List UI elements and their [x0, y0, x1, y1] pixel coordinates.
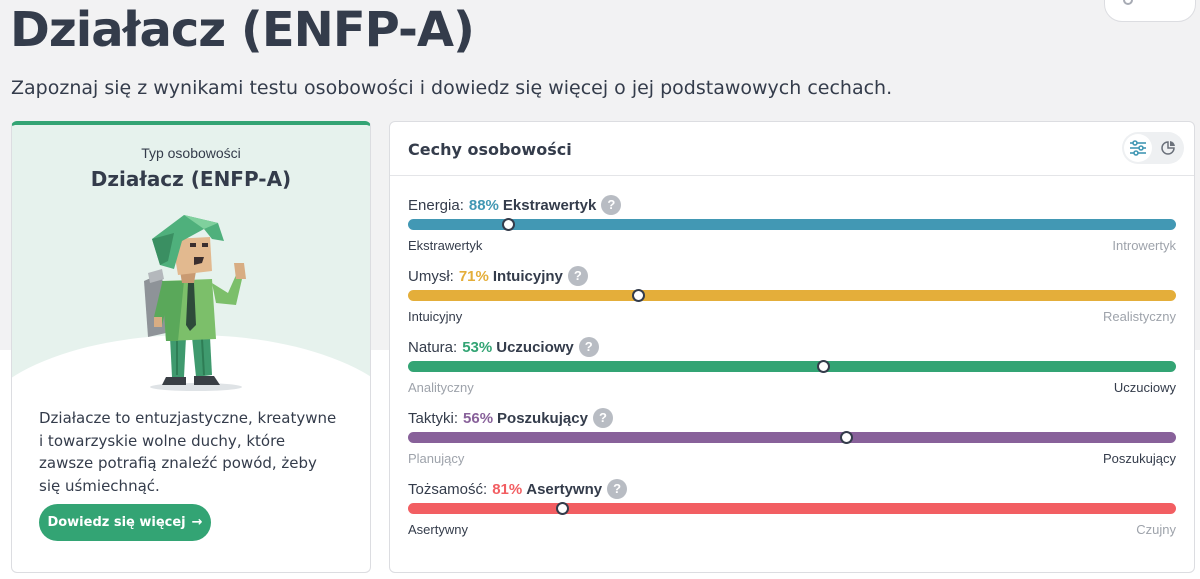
trait-bar: [408, 432, 1176, 443]
chart-view-button[interactable]: [1154, 134, 1182, 162]
top-right-button[interactable]: [1104, 0, 1196, 22]
trait-bar: [408, 503, 1176, 514]
trait-bar: [408, 290, 1176, 301]
trait-row: Tożsamość: 81% Asertywny? Asertywny Czujny: [408, 479, 1178, 545]
campaigner-avatar: [144, 215, 246, 391]
view-toggle: [1122, 132, 1184, 164]
trait-percent: 88%: [468, 196, 499, 214]
help-icon[interactable]: ?: [567, 266, 588, 286]
trait-pole-right: Czujny: [1136, 522, 1176, 537]
help-icon[interactable]: ?: [578, 337, 599, 357]
arrow-right-icon: →: [191, 515, 203, 530]
trait-bar: [408, 219, 1176, 230]
traits-title: Cechy osobowości: [408, 140, 572, 159]
trait-heading: Taktyki: 56% Poszukujący?: [408, 408, 613, 428]
trait-percent: 56%: [463, 409, 494, 427]
trait-pole-left: Ekstrawertyk: [408, 238, 483, 253]
trait-marker: [839, 431, 853, 444]
page-subtitle: Zapoznaj się z wynikami testu osobowości…: [11, 77, 893, 99]
help-icon[interactable]: ?: [607, 479, 628, 499]
trait-pole-right: Uczuciowy: [1113, 380, 1176, 395]
trait-name: Intuicyjny: [492, 267, 563, 285]
pie-chart-icon: [1161, 141, 1175, 155]
trait-label: Energia:: [408, 196, 464, 214]
trait-heading: Natura: 53% Uczuciowy?: [408, 337, 599, 357]
trait-marker: [555, 502, 569, 515]
trait-heading: Tożsamość: 81% Asertywny?: [408, 479, 628, 499]
trait-label: Taktyki:: [408, 409, 459, 427]
trait-marker: [816, 360, 830, 373]
help-icon[interactable]: ?: [601, 195, 622, 215]
trait-name: Uczuciowy: [496, 338, 574, 356]
refresh-icon: [1123, 0, 1133, 5]
trait-label: Natura:: [408, 338, 458, 356]
trait-pole-right: Poszukujący: [1103, 451, 1176, 466]
trait-percent: 81%: [492, 480, 523, 498]
trait-pole-left: Intuicyjny: [408, 309, 463, 324]
trait-bar: [408, 361, 1176, 372]
trait-percent: 53%: [462, 338, 493, 356]
trait-pole-left: Analityczny: [408, 380, 474, 395]
trait-pole-right: Realistyczny: [1103, 309, 1176, 324]
trait-row: Taktyki: 56% Poszukujący? Planujący Poszukuj…: [408, 408, 1178, 474]
trait-name: Ekstrawertyk: [502, 196, 597, 214]
trait-pole-right: Introwertyk: [1112, 238, 1176, 253]
type-label: Typ osobowości: [141, 145, 241, 161]
personality-traits-card: Cechy osobowości Energia: 88% Ekstrawert…: [389, 121, 1195, 573]
page-title: Działacz (ENFP-A): [10, 2, 475, 58]
personality-type-card: Typ osobowości Działacz (ENFP-A) Działac…: [11, 121, 371, 573]
trait-label: Tożsamość:: [408, 480, 488, 498]
learn-more-button[interactable]: Dowiedz się więcej →: [39, 504, 211, 541]
trait-pole-left: Planujący: [408, 451, 465, 466]
type-name: Działacz (ENFP-A): [90, 167, 292, 191]
trait-row: Umysł: 71% Intuicyjny? Intuicyjny Realistycz…: [408, 266, 1178, 332]
help-icon[interactable]: ?: [592, 408, 613, 428]
trait-heading: Umysł: 71% Intuicyjny?: [408, 266, 588, 286]
trait-label: Umysł:: [408, 267, 454, 285]
type-description: Działacze to entuzjastyczne, kreatywne i…: [39, 409, 337, 495]
sliders-icon: [1130, 140, 1146, 156]
trait-row: Natura: 53% Uczuciowy? Analityczny Uczuciowy: [408, 337, 1178, 403]
learn-more-label: Dowiedz się więcej: [47, 515, 186, 530]
trait-marker: [501, 218, 515, 231]
trait-percent: 71%: [458, 267, 489, 285]
sliders-view-button[interactable]: [1124, 134, 1152, 162]
trait-name: Asertywny: [526, 480, 603, 498]
traits-header: Cechy osobowości: [390, 122, 1194, 176]
trait-pole-left: Asertywny: [408, 522, 468, 537]
trait-heading: Energia: 88% Ekstrawertyk?: [408, 195, 622, 215]
trait-row: Energia: 88% Ekstrawertyk? Ekstrawertyk Intr…: [408, 195, 1178, 261]
trait-name: Poszukujący: [497, 409, 588, 427]
